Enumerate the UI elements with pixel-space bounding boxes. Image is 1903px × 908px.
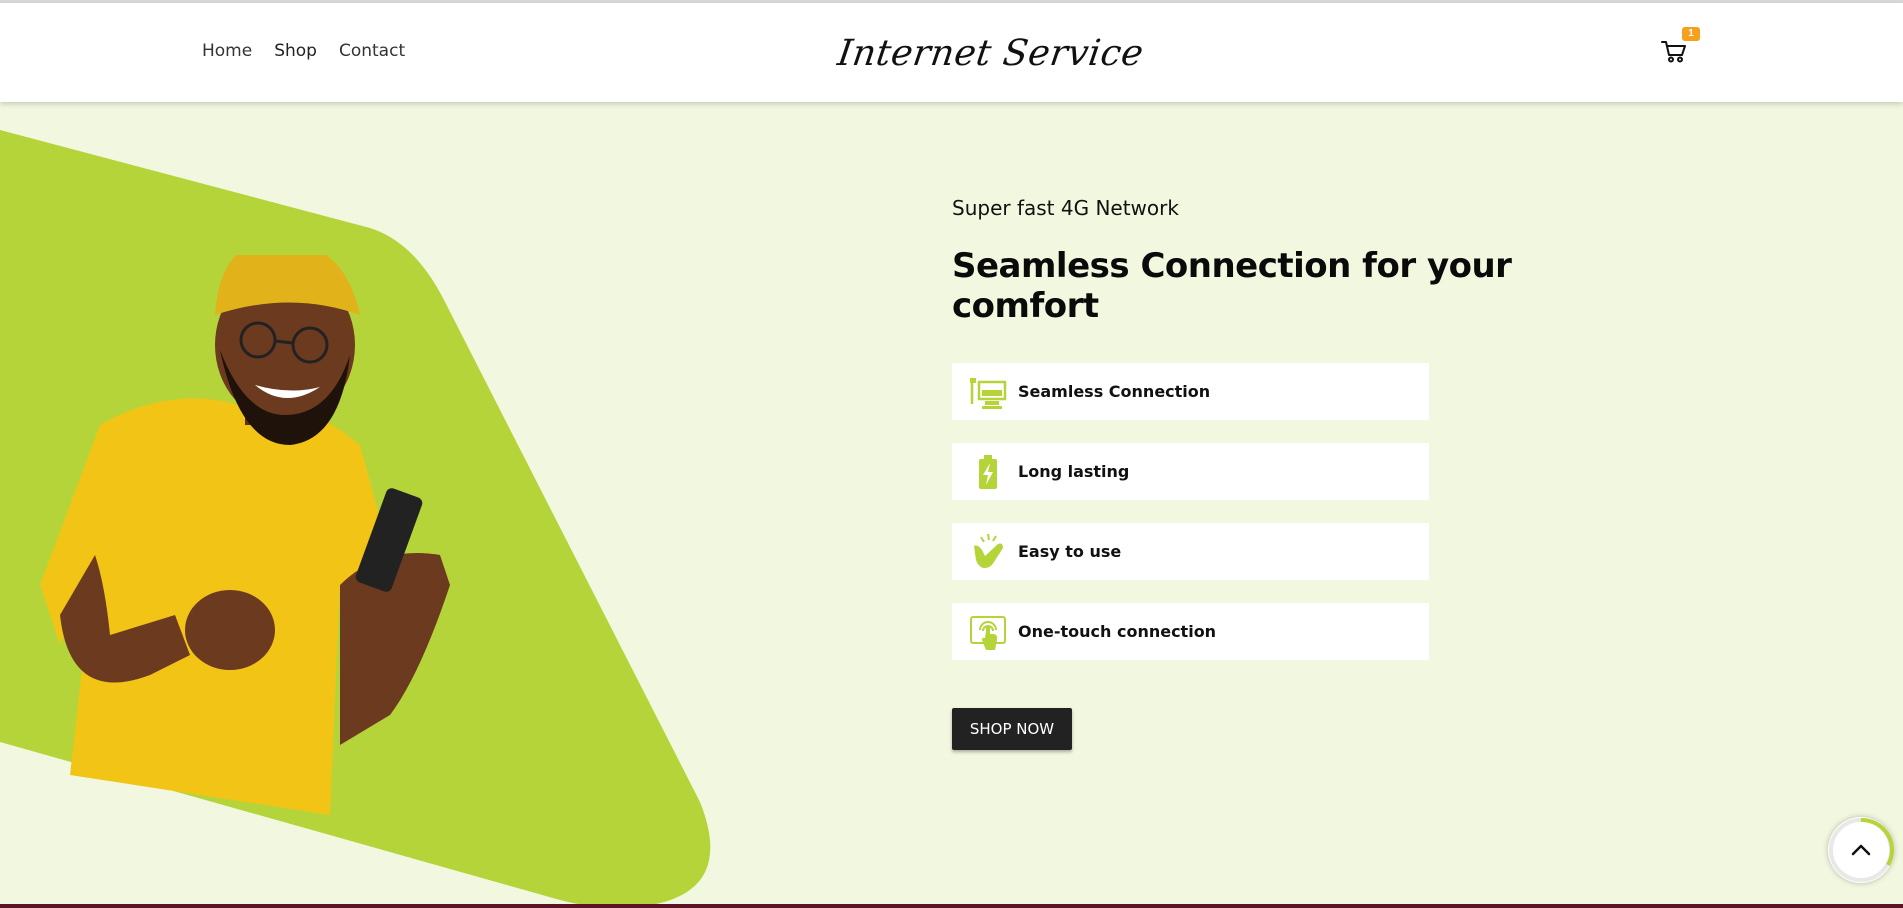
feature-item-long-lasting: Long lasting <box>952 443 1429 500</box>
scroll-to-top-button[interactable] <box>1828 817 1894 883</box>
feature-item-easy-to-use: Easy to use <box>952 523 1429 580</box>
feature-label: Seamless Connection <box>1018 382 1211 401</box>
feature-label: Long lasting <box>1018 462 1130 481</box>
hero-tagline: Super fast 4G Network <box>952 196 1179 220</box>
chevron-up-icon <box>1829 817 1894 882</box>
snap-fingers-icon <box>968 532 1008 572</box>
nav-home-link[interactable]: Home <box>202 41 252 61</box>
bottom-strip <box>0 904 1903 908</box>
nav-contact-link[interactable]: Contact <box>339 41 405 61</box>
battery-charge-icon <box>968 452 1008 492</box>
computer-network-icon <box>968 372 1008 412</box>
cart-count-badge: 1 <box>1682 27 1700 41</box>
feature-item-seamless-connection: Seamless Connection <box>952 363 1429 420</box>
hero-person-image <box>40 255 450 815</box>
cart-icon[interactable] <box>1660 37 1688 65</box>
shop-now-button[interactable]: SHOP NOW <box>952 708 1072 750</box>
feature-item-one-touch: One-touch connection <box>952 603 1429 660</box>
site-logo[interactable]: Internet Service <box>835 33 1146 74</box>
nav-shop-link[interactable]: Shop <box>274 41 317 61</box>
hero-headline: Seamless Connection for your comfort <box>952 246 1512 326</box>
hero-content: Super fast 4G Network Seamless Connectio… <box>952 196 1512 326</box>
feature-label: One-touch connection <box>1018 622 1217 641</box>
touch-screen-icon <box>968 612 1008 652</box>
main-nav: Home Shop Contact <box>202 41 427 61</box>
site-header: Home Shop Contact Internet Service <box>0 3 1903 102</box>
feature-label: Easy to use <box>1018 542 1122 561</box>
